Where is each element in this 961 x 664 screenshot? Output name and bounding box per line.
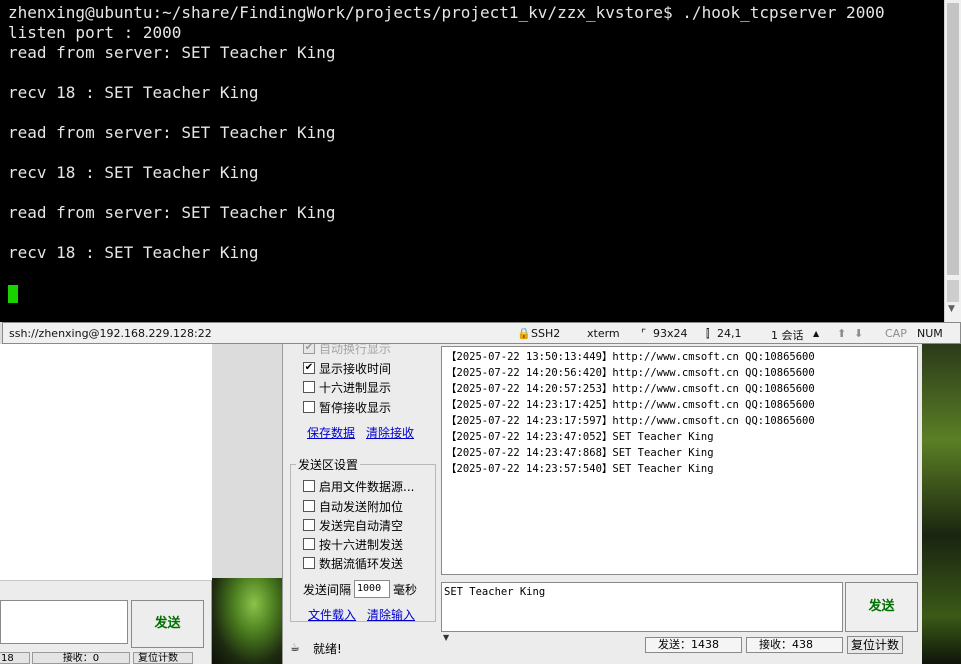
- option-append-bits[interactable]: 自动发送附加位: [303, 497, 403, 515]
- terminal-line: listen port : 2000: [8, 23, 182, 42]
- option-label: 十六进制显示: [319, 380, 392, 395]
- option-label: 暂停接收显示: [319, 400, 392, 415]
- save-data-link[interactable]: 保存数据: [307, 424, 355, 441]
- serial-statusbar: ☕ 就绪! 发送：1438 接收：438 复位计数: [283, 636, 923, 658]
- option-label: 数据流循环发送: [319, 556, 404, 571]
- send-input[interactable]: SET Teacher King: [441, 582, 843, 632]
- terminal-type: xterm: [587, 327, 620, 340]
- reset-count-button[interactable]: 复位计数: [847, 636, 903, 654]
- option-label: 按十六进制发送: [319, 537, 404, 552]
- caps-lock-indicator: CAP: [885, 327, 907, 340]
- cursor-icon: ⫿: [706, 327, 710, 340]
- option-hex-display[interactable]: 十六进制显示: [303, 378, 391, 396]
- arrow-down-icon[interactable]: ⬇: [854, 327, 863, 340]
- status-text: 就绪!: [313, 642, 342, 656]
- checkbox-icon[interactable]: [303, 381, 315, 393]
- checkbox-icon[interactable]: [303, 401, 315, 413]
- send-button[interactable]: 发送: [845, 582, 918, 632]
- terminal-size: 93x24: [653, 327, 688, 340]
- divider: [0, 580, 212, 581]
- recv-line: 【2025-07-22 14:23:17:597】http://www.cmso…: [446, 415, 815, 427]
- checkbox-icon[interactable]: [303, 500, 315, 512]
- send-interval: 发送间隔 1000 毫秒: [303, 580, 417, 598]
- option-label: 启用文件数据源...: [319, 479, 415, 494]
- background-status-count: 18: [0, 652, 30, 664]
- terminal-line: read from server: SET Teacher King: [8, 43, 336, 62]
- status-plug-icon: ☕: [290, 641, 300, 654]
- arrow-up-icon[interactable]: ⬆: [837, 327, 846, 340]
- file-load-link[interactable]: 文件载入: [308, 606, 356, 623]
- recv-line: 【2025-07-22 14:23:47:052】SET Teacher Kin…: [446, 431, 714, 443]
- option-label: 发送完自动清空: [319, 518, 404, 533]
- scrollbar-thumb[interactable]: [947, 3, 959, 275]
- recv-line: 【2025-07-22 14:23:57:540】SET Teacher Kin…: [446, 463, 714, 475]
- option-hex-send[interactable]: 按十六进制发送: [303, 535, 403, 553]
- checkbox-icon[interactable]: [303, 480, 315, 492]
- interval-unit: 毫秒: [393, 582, 418, 597]
- cursor-position: 24,1: [717, 327, 742, 340]
- option-label: 显示接收时间: [319, 361, 392, 376]
- terminal-line: recv 18 : SET Teacher King: [8, 243, 259, 262]
- recv-display[interactable]: 【2025-07-22 13:50:13:449】http://www.cmso…: [441, 346, 918, 575]
- terminal-statusbar: ssh://zhenxing@192.168.229.128:22 🔒 SSH2…: [2, 322, 961, 344]
- recv-count: 接收：438: [746, 637, 843, 653]
- recv-line: 【2025-07-22 14:20:56:420】http://www.cmso…: [446, 367, 815, 379]
- option-auto-clear[interactable]: 发送完自动清空: [303, 516, 403, 534]
- background-window: 发送 18 接收：0 复位计数: [0, 344, 212, 664]
- clear-recv-link[interactable]: 清除接收: [366, 424, 414, 441]
- protocol: SSH2: [531, 327, 561, 340]
- desktop-wallpaper-right: [922, 344, 961, 664]
- terminal-cursor: [8, 284, 18, 303]
- terminal-cursor-line: [8, 283, 944, 303]
- option-file-source[interactable]: 启用文件数据源...: [303, 477, 414, 495]
- terminal-line: read from server: SET Teacher King: [8, 123, 336, 142]
- background-recv-area: [0, 344, 212, 580]
- recv-line: 【2025-07-22 14:23:17:425】http://www.cmso…: [446, 399, 815, 411]
- interval-label: 发送间隔: [303, 582, 352, 597]
- clear-input-link[interactable]: 清除输入: [367, 606, 415, 623]
- terminal-line: zhenxing@ubuntu:~/share/FindingWork/proj…: [8, 3, 885, 22]
- recv-line: 【2025-07-22 14:23:47:868】SET Teacher Kin…: [446, 447, 714, 459]
- checkbox-icon[interactable]: [303, 538, 315, 550]
- session-count[interactable]: 1 会话: [771, 327, 804, 343]
- interval-input[interactable]: 1000: [354, 580, 391, 598]
- desktop-wallpaper: [212, 578, 282, 664]
- terminal-screen[interactable]: zhenxing@ubuntu:~/share/FindingWork/proj…: [0, 0, 944, 322]
- option-pause-display[interactable]: 暂停接收显示: [303, 398, 391, 416]
- resize-icon: ⌜: [641, 327, 647, 340]
- send-settings-title: 发送区设置: [296, 456, 361, 473]
- background-send-input[interactable]: [0, 600, 128, 644]
- terminal-scrollbar[interactable]: ▼: [944, 0, 961, 322]
- checkbox-icon[interactable]: [303, 557, 315, 569]
- sent-count: 发送：1438: [645, 637, 742, 653]
- background-status-recv: 接收：0: [32, 652, 130, 664]
- scrollbar-track[interactable]: [947, 280, 959, 302]
- recv-line: 【2025-07-22 14:20:57:253】http://www.cmso…: [446, 383, 815, 395]
- option-label: 自动发送附加位: [319, 499, 404, 514]
- session-menu-arrow-icon[interactable]: ▲: [813, 329, 819, 338]
- background-statusbar: 18 接收：0 复位计数: [0, 652, 212, 664]
- terminal-line: read from server: SET Teacher King: [8, 203, 336, 222]
- checkbox-icon[interactable]: [303, 519, 315, 531]
- background-reset-button[interactable]: 复位计数: [133, 652, 193, 664]
- option-show-recv-time[interactable]: ✔ 显示接收时间: [303, 359, 391, 377]
- scroll-down-icon[interactable]: ▼: [948, 304, 955, 314]
- option-loop-send[interactable]: 数据流循环发送: [303, 554, 403, 572]
- terminal-line: recv 18 : SET Teacher King: [8, 163, 259, 182]
- checkbox-checked-icon[interactable]: ✔: [303, 362, 315, 374]
- lock-icon: 🔒: [517, 327, 531, 340]
- num-lock-indicator: NUM: [917, 327, 943, 340]
- terminal-window: zhenxing@ubuntu:~/share/FindingWork/proj…: [0, 0, 961, 344]
- serial-tool-window: ✔ 自动换行显示 ✔ 显示接收时间 十六进制显示 暂停接收显示 保存数据 清除接…: [282, 342, 923, 664]
- connection-info: ssh://zhenxing@192.168.229.128:22: [9, 327, 212, 340]
- background-send-button[interactable]: 发送: [131, 600, 204, 648]
- recv-line: 【2025-07-22 13:50:13:449】http://www.cmso…: [446, 351, 815, 363]
- terminal-line: recv 18 : SET Teacher King: [8, 83, 259, 102]
